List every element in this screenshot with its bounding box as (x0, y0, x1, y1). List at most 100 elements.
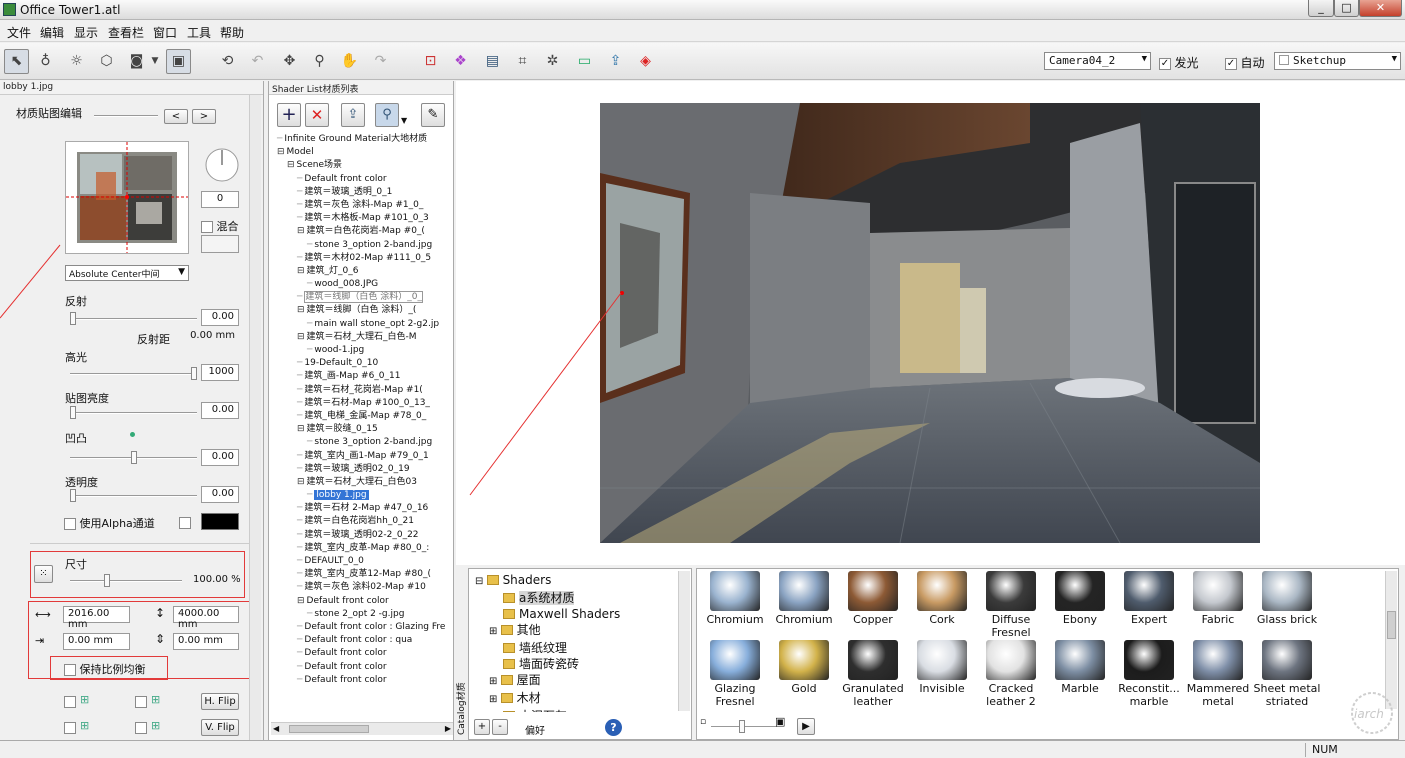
shader-tree-item[interactable]: ─ 建筑＝木材02-Map #111_0_5 (271, 252, 453, 265)
shader-tree-item[interactable]: ─ lobby 1.jpg (271, 489, 453, 502)
mirror-v-checkbox[interactable] (135, 722, 147, 734)
display-icon[interactable]: ▭ (572, 49, 597, 74)
tile-h-checkbox[interactable] (64, 696, 76, 708)
reflection-field[interactable]: 0.00 (201, 309, 239, 326)
redo-icon[interactable]: ↷ (368, 49, 393, 74)
shader-tree-item[interactable]: ⊟ Model (271, 146, 453, 159)
catalog-folder-item[interactable]: ⊞ 屋面 (475, 672, 675, 690)
shader-tree-item[interactable]: ─ 建筑＝石材_花岗岩-Map #1( (271, 384, 453, 397)
collapse-icon[interactable]: ⊟ (297, 305, 305, 315)
shader-tree-item[interactable]: ⊟ 建筑＝石材_大理石_白色-M (271, 331, 453, 344)
hand-icon[interactable]: ✋ (337, 49, 362, 74)
maximize-button[interactable]: □ (1334, 0, 1359, 17)
search-shader-button[interactable]: ⚲ (375, 103, 399, 127)
material-thumbnail[interactable]: Mammered metal (1184, 640, 1252, 708)
menu-tools[interactable]: 工具 (187, 24, 211, 41)
catalog-folder-item[interactable]: 墙面砖瓷砖 (475, 656, 675, 672)
shader-tree-item[interactable]: ─ stone 3_option 2-band.jpg (271, 436, 453, 449)
pan-icon[interactable]: ✥ (277, 49, 302, 74)
shader-tree-item[interactable]: ⊟ Default front color (271, 595, 453, 608)
offset-y-field[interactable]: 0.00 mm (173, 633, 239, 650)
light-bulb-icon[interactable]: ♁ (33, 49, 58, 74)
material-thumbnail[interactable]: Granulated leather (839, 640, 907, 708)
eyedropper-button[interactable]: ✎ (421, 103, 445, 127)
shader-tree-item[interactable]: ─ 建筑_室内_皮革-Map #80_0_: (271, 542, 453, 555)
material-thumbnail[interactable]: Cracked leather 2 (977, 640, 1045, 708)
image-icon[interactable]: ▤ (480, 49, 505, 74)
shader-tree-item[interactable]: ─ wood-1.jpg (271, 344, 453, 357)
catalog-folder-item[interactable]: a系统材质 (475, 590, 675, 606)
alpha-color-swatch[interactable] (201, 513, 239, 530)
material-thumbnail[interactable]: Cork (908, 571, 976, 626)
collapse-icon[interactable]: ⊟ (277, 147, 285, 157)
help-icon[interactable]: ? (605, 719, 622, 736)
sun-icon[interactable]: ☼ (64, 49, 89, 74)
collapse-icon[interactable]: ⊟ (297, 596, 305, 606)
catalog-folder-item[interactable]: ⊞ 其他 (475, 622, 675, 640)
minimize-button[interactable]: _ (1308, 0, 1334, 17)
menu-window[interactable]: 窗口 (153, 24, 177, 41)
shader-tree[interactable]: ─ Infinite Ground Material大地材质 ⊟ Model ⊟ Scen… (271, 133, 453, 723)
auto-checkbox[interactable]: ✓ 自动 (1225, 54, 1265, 71)
add-folder-button[interactable]: + (474, 719, 490, 735)
render-window-icon[interactable]: ▣ (166, 49, 191, 74)
shader-tree-item[interactable]: ⊟ 建筑＝线脚（白色 涂料）_( (271, 304, 453, 317)
keep-ratio-checkbox[interactable]: 保持比例均衡 (64, 661, 146, 677)
size-slider-thumb[interactable] (104, 574, 110, 587)
shader-tree-item[interactable]: ─ 建筑＝玻璃_透明02-2_0_22 (271, 529, 453, 542)
palette-icon[interactable]: ❖ (448, 49, 473, 74)
undo-icon[interactable]: ↶ (245, 49, 270, 74)
catalog-folder-item[interactable]: Maxwell Shaders (475, 606, 675, 622)
menu-view[interactable]: 显示 (74, 24, 98, 41)
alpha-checkbox[interactable]: 使用Alpha通道 (64, 515, 155, 531)
highlight-slider-thumb[interactable] (191, 367, 197, 380)
cube-icon[interactable]: ⬡ (94, 49, 119, 74)
shader-tree-item[interactable]: ─ 建筑＝灰色 涂料-Map #1_0_ (271, 199, 453, 212)
frame-icon[interactable]: ⊡ (418, 49, 443, 74)
height-field[interactable]: 4000.00 mm (173, 606, 239, 630)
shader-tree-item[interactable]: ─ Default front color (271, 674, 453, 687)
shader-tree-item[interactable]: ─ stone 3_option 2-band.jpg (271, 239, 453, 252)
bump-slider-thumb[interactable] (131, 451, 137, 464)
prev-button[interactable]: < (164, 109, 188, 124)
shader-tree-item[interactable]: ─ wood_008.JPG (271, 278, 453, 291)
shader-tree-item[interactable]: ─ 建筑_室内_画1-Map #79_0_1 (271, 450, 453, 463)
settings-icon[interactable]: ✲ (540, 49, 565, 74)
shader-tree-item[interactable]: ⊟ 建筑＝胶缝_0_15 (271, 423, 453, 436)
scroll-left-icon[interactable]: ◀ (273, 724, 279, 733)
catalog-folder-item[interactable]: ⊟ Shaders (475, 572, 675, 590)
add-shader-button[interactable]: + (277, 103, 301, 127)
expand-icon[interactable]: ⊟ (475, 576, 487, 587)
menu-file[interactable]: 文件 (7, 24, 31, 41)
material-thumbnail[interactable]: Reconstit... marble (1115, 640, 1183, 708)
thumbnail-size-slider[interactable] (711, 720, 777, 733)
save-shader-button[interactable]: ⇪ (341, 103, 365, 127)
preset-select[interactable]: Sketchup ▼ (1274, 52, 1401, 70)
shader-tree-item[interactable]: ⊟ 建筑＝石材_大理石_白色03 (271, 476, 453, 489)
glow-checkbox[interactable]: ✓ 发光 (1159, 54, 1199, 71)
shader-tree-item[interactable]: ⊟ 建筑＝白色花岗岩-Map #0_( (271, 225, 453, 238)
menu-help[interactable]: 帮助 (220, 24, 244, 41)
export-icon[interactable]: ⇪ (603, 49, 628, 74)
shader-tree-item[interactable]: ─ main wall stone_opt 2-g2.jp (271, 318, 453, 331)
texture-preview[interactable] (65, 141, 189, 254)
shader-tree-item[interactable]: ─ stone 2_opt 2 -g.jpg (271, 608, 453, 621)
shader-tree-item[interactable]: ⊟ Scene场景 (271, 159, 453, 172)
zoom-in-icon[interactable]: ▣ (775, 715, 785, 728)
catalog-folder-item[interactable]: 水泥石灰 (475, 708, 675, 712)
map-brightness-field[interactable]: 0.00 (201, 402, 239, 419)
material-thumbnail[interactable]: Sheet metal striated (1253, 640, 1321, 708)
catalog-folder-tree[interactable]: ⊟ Shaders a系统材质 Maxwell Shaders ⊞ 其他 墙纸纹理 墙面砖… (475, 572, 675, 712)
rotation-dial[interactable] (204, 147, 240, 183)
material-scrollbar[interactable] (1385, 571, 1397, 709)
close-button[interactable]: ✕ (1359, 0, 1402, 17)
scroll-thumb[interactable] (289, 725, 369, 733)
camera-select[interactable]: Camera04_2 ▼ (1044, 52, 1151, 70)
material-thumbnail[interactable]: Chromium (701, 571, 769, 626)
bump-slider[interactable] (70, 451, 197, 464)
offset-x-field[interactable]: 0.00 mm (63, 633, 130, 650)
collapse-icon[interactable]: ⊟ (297, 266, 305, 276)
transparency-field[interactable]: 0.00 (201, 486, 239, 503)
material-thumbnail[interactable]: Glass brick (1253, 571, 1321, 626)
favorites-label[interactable]: 偏好 (525, 722, 545, 737)
